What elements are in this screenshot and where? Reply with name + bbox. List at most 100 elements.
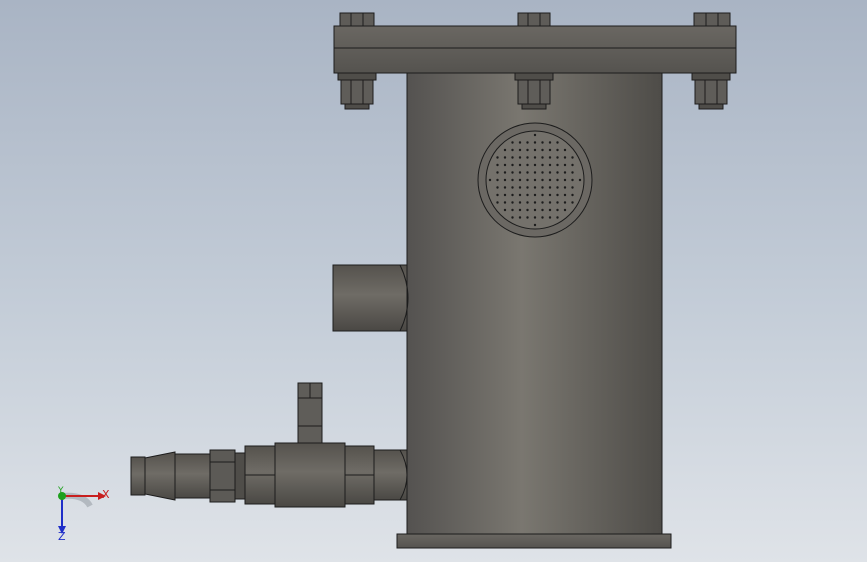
- perforation-hole: [496, 156, 499, 159]
- perforation-hole: [533, 208, 537, 212]
- perforation-hole: [526, 141, 529, 144]
- perforation-hole: [548, 186, 552, 189]
- perforation-hole: [518, 201, 522, 204]
- perforation-hole: [556, 178, 559, 182]
- perforation-hole: [533, 178, 537, 182]
- perforation-hole: [503, 201, 507, 204]
- perforation-hole: [563, 156, 567, 159]
- perforation-hole: [496, 171, 499, 174]
- perforation-hole: [511, 186, 514, 189]
- perforation-hole: [556, 163, 559, 167]
- perforation-hole: [511, 156, 514, 159]
- perforation-hole: [503, 186, 507, 189]
- perforation-hole: [533, 171, 537, 174]
- outlet-assembly[interactable]: [130, 382, 408, 508]
- perforation-hole: [548, 163, 552, 167]
- perforation-hole: [556, 156, 559, 159]
- perforation-hole: [533, 156, 537, 159]
- perforation-hole: [556, 141, 559, 144]
- perforation-hole: [548, 171, 552, 174]
- perforation-hole: [503, 148, 507, 152]
- perforation-hole: [526, 216, 529, 219]
- perforation-hole: [541, 201, 544, 204]
- perforation-hole: [541, 171, 544, 174]
- perforation-hole: [556, 201, 559, 204]
- perforation-hole: [541, 148, 544, 152]
- perforation-hole: [541, 178, 544, 182]
- perforation-hole: [488, 178, 492, 182]
- perforation-hole: [571, 186, 574, 189]
- perforated-window[interactable]: [477, 122, 593, 238]
- perforation-hole: [503, 193, 507, 197]
- perforation-hole: [511, 148, 514, 152]
- perforation-hole: [533, 163, 537, 167]
- perforation-hole: [503, 208, 507, 212]
- perforation-hole: [526, 186, 529, 189]
- perforation-hole: [533, 148, 537, 152]
- perforation-hole: [518, 186, 522, 189]
- perforation-hole: [563, 201, 567, 204]
- perforation-hole: [533, 193, 537, 197]
- z-axis-label: Z: [58, 530, 66, 543]
- perforation-hole: [511, 163, 514, 167]
- perforation-hole: [541, 156, 544, 159]
- perforation-hole: [541, 141, 544, 144]
- perforation-hole: [571, 156, 574, 159]
- perforation-hole: [518, 141, 522, 144]
- perforation-hole: [548, 208, 552, 212]
- perforation-hole: [503, 156, 507, 159]
- perforation-hole: [548, 193, 552, 197]
- perforation-hole: [496, 178, 499, 182]
- perforation-hole: [563, 171, 567, 174]
- perforation-hole: [548, 216, 552, 219]
- perforation-hole: [541, 186, 544, 189]
- perforation-hole: [511, 178, 514, 182]
- perforation-hole: [526, 163, 529, 167]
- perforation-hole: [541, 193, 544, 197]
- perforation-hole: [526, 193, 529, 197]
- perforation-hole: [511, 193, 514, 197]
- perforation-hole: [518, 193, 522, 197]
- top-flange[interactable]: [333, 25, 737, 74]
- perforation-hole: [548, 148, 552, 152]
- perforation-hole: [556, 216, 559, 219]
- perforation-hole: [563, 148, 567, 152]
- perforation-hole: [533, 141, 537, 144]
- 3d-viewport[interactable]: X Y Z: [0, 0, 867, 562]
- perforation-hole: [533, 186, 537, 189]
- y-axis-label: Y: [58, 486, 64, 496]
- perforation-hole: [533, 133, 537, 137]
- perforation-hole: [563, 163, 567, 167]
- perforation-hole: [496, 193, 499, 197]
- perforation-hole: [511, 201, 514, 204]
- perforation-hole: [526, 171, 529, 174]
- flange-nuts: [337, 72, 731, 110]
- perforation-hole: [548, 201, 552, 204]
- perforation-hole: [511, 216, 514, 219]
- perforation-hole: [563, 178, 567, 182]
- perforation-hole: [503, 163, 507, 167]
- top-bolt-heads: [339, 12, 731, 27]
- perforation-hole: [556, 193, 559, 197]
- perforation-hole: [541, 216, 544, 219]
- perforation-hole: [518, 156, 522, 159]
- perforation-hole: [526, 201, 529, 204]
- perforation-hole: [556, 208, 559, 212]
- side-inlet-nozzle[interactable]: [332, 264, 409, 332]
- perforation-hole: [518, 208, 522, 212]
- perforation-hole: [503, 171, 507, 174]
- perforation-hole: [518, 171, 522, 174]
- cad-model-view[interactable]: [0, 0, 867, 562]
- perforation-hole: [548, 156, 552, 159]
- perforation-hole: [541, 163, 544, 167]
- base-plate[interactable]: [396, 533, 672, 549]
- perforation-hole: [571, 193, 574, 197]
- perforation-hole: [526, 178, 529, 182]
- perforation-hole: [556, 171, 559, 174]
- perforation-hole: [533, 216, 537, 219]
- perforation-hole: [571, 171, 574, 174]
- perforation-hole: [526, 208, 529, 212]
- perforation-hole: [533, 201, 537, 204]
- perforation-hole: [511, 208, 514, 212]
- x-axis-label: X: [102, 488, 110, 501]
